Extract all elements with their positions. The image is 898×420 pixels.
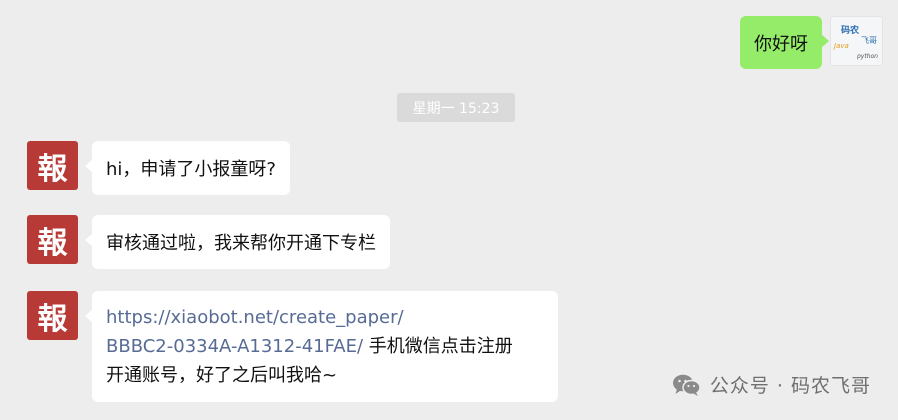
register-link[interactable]: https://xiaobot.net/create_paper/ <box>106 307 404 328</box>
self-avatar-line1: 码农 <box>841 26 860 36</box>
bot-message-bubble[interactable]: hi，申请了小报童呀? <box>85 141 290 195</box>
bot-message-text: 开通账号，好了之后叫我哈~ <box>106 365 338 386</box>
bot-message-bubble[interactable]: 审核通过啦，我来帮你开通下专栏 <box>85 215 390 269</box>
bot-avatar[interactable]: 報 <box>27 215 78 264</box>
message-line: https://xiaobot.net/create_paper/ <box>106 303 544 332</box>
watermark: 公众号 · 码农飞哥 <box>672 371 871 398</box>
self-avatar-line4: python <box>857 53 878 60</box>
message-line: 开通账号，好了之后叫我哈~ <box>106 361 544 390</box>
wechat-icon <box>672 373 702 397</box>
bot-message-text: 审核通过啦，我来帮你开通下专栏 <box>106 233 376 254</box>
self-avatar-line2: 飞哥 <box>861 36 877 45</box>
timestamp-label: 星期一 15:23 <box>397 93 515 122</box>
self-message-text: 你好呀 <box>754 33 808 55</box>
bot-message-row: 報 审核通过啦，我来帮你开通下专栏 <box>27 215 390 269</box>
bot-message-row: 報 https://xiaobot.net/create_paper/ BBBC… <box>27 291 558 402</box>
self-avatar-line3: Java <box>834 42 849 50</box>
watermark-text: 公众号 · 码农飞哥 <box>709 375 871 397</box>
self-avatar[interactable]: 码农 飞哥 Java python <box>830 16 883 66</box>
self-message-bubble[interactable]: 你好呀 <box>740 16 829 69</box>
bot-message-bubble[interactable]: https://xiaobot.net/create_paper/ BBBC2-… <box>85 291 558 402</box>
message-line: BBBC2-0334A-A1312-41FAE/ 手机微信点击注册 <box>106 332 544 361</box>
bot-message-text: hi，申请了小报童呀? <box>106 159 276 180</box>
register-link-continued[interactable]: BBBC2-0334A-A1312-41FAE/ <box>106 336 363 357</box>
bot-avatar[interactable]: 報 <box>27 291 78 340</box>
bot-message-row: 報 hi，申请了小报童呀? <box>27 141 290 195</box>
self-message-row: 你好呀 码农 飞哥 Java python <box>740 16 883 69</box>
bot-avatar[interactable]: 報 <box>27 141 78 190</box>
bot-message-text: 手机微信点击注册 <box>363 336 513 357</box>
